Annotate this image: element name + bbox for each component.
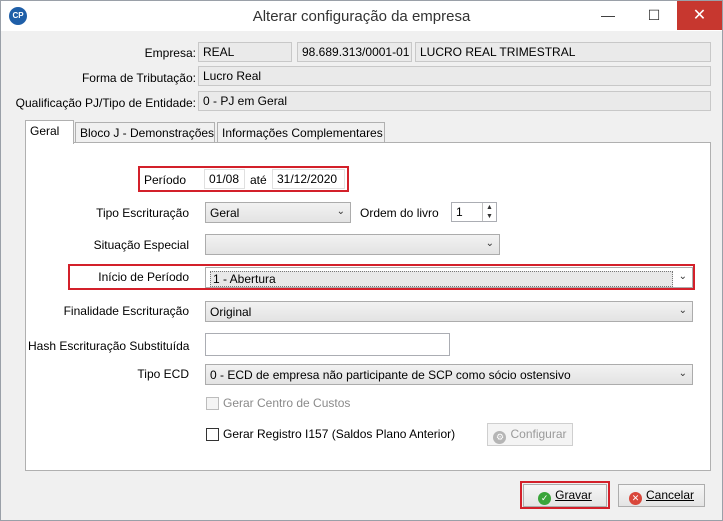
finalidade-value: Original xyxy=(210,305,252,319)
situacao-especial-select[interactable]: ⌄ xyxy=(205,234,500,255)
tipo-escrituracao-label: Tipo Escrituração xyxy=(96,206,189,220)
configurar-button[interactable]: ⚙ Configurar xyxy=(487,423,573,446)
tab-bloco-j[interactable]: Bloco J - Demonstrações xyxy=(75,122,215,143)
check-icon: ✓ xyxy=(538,492,552,505)
configurar-label: Configurar xyxy=(510,427,567,441)
cancelar-label: Cancelar xyxy=(645,488,695,502)
stepper-buttons[interactable]: ▲ ▼ xyxy=(482,203,496,221)
tipo-ecd-label: Tipo ECD xyxy=(137,367,189,381)
periodo-end-field[interactable]: 31/12/2020 xyxy=(272,169,345,189)
title-bar: CP Alterar configuração da empresa — ☐ ✕ xyxy=(1,1,722,31)
tipo-ecd-select[interactable]: 0 - ECD de empresa não participante de S… xyxy=(205,364,693,385)
inicio-periodo-value: 1 - Abertura xyxy=(210,271,673,287)
cancelar-button[interactable]: ✕ Cancelar xyxy=(618,484,705,507)
finalidade-select[interactable]: Original ⌄ xyxy=(205,301,693,322)
cancel-icon: ✕ xyxy=(628,492,642,505)
qualificacao-label: Qualificação PJ/Tipo de Entidade: xyxy=(15,96,196,110)
chevron-down-icon: ⌄ xyxy=(678,271,687,282)
ordem-livro-label: Ordem do livro xyxy=(360,206,439,220)
inicio-periodo-select[interactable]: 1 - Abertura ⌄ xyxy=(205,267,693,288)
situacao-especial-label: Situação Especial xyxy=(93,238,189,252)
tributacao-field: Lucro Real xyxy=(198,66,711,86)
tab-geral[interactable]: Geral xyxy=(25,120,74,144)
tipo-ecd-value: 0 - ECD de empresa não participante de S… xyxy=(210,368,571,382)
qualificacao-field: 0 - PJ em Geral xyxy=(198,91,711,111)
chevron-down-icon: ⌄ xyxy=(678,305,687,316)
tipo-escrituracao-value: Geral xyxy=(210,206,240,220)
gravar-button[interactable]: ✓ Gravar xyxy=(523,484,607,507)
ate-label: até xyxy=(250,173,267,187)
gravar-label: Gravar xyxy=(555,488,592,502)
periodo-label: Período xyxy=(144,173,187,187)
tab-informacoes-complementares[interactable]: Informações Complementares xyxy=(217,122,385,143)
hash-label: Hash Escrituração Substituída xyxy=(28,339,190,353)
ordem-livro-value: 1 xyxy=(456,205,463,219)
gerar-centro-label: Gerar Centro de Custos xyxy=(223,396,351,410)
empresa-label: Empresa: xyxy=(144,46,196,60)
finalidade-label: Finalidade Escrituração xyxy=(63,304,189,318)
gerar-registro-checkbox[interactable] xyxy=(206,428,219,441)
inicio-periodo-label: Início de Período xyxy=(98,270,189,284)
chevron-down-icon: ⌄ xyxy=(336,206,345,217)
maximize-button[interactable]: ☐ xyxy=(631,1,677,30)
stepper-up-icon[interactable]: ▲ xyxy=(483,203,496,212)
gerar-registro-label: Gerar Registro I157 (Saldos Plano Anteri… xyxy=(223,427,456,441)
hash-input[interactable] xyxy=(205,333,450,356)
close-button[interactable]: ✕ xyxy=(677,1,722,30)
ordem-livro-stepper[interactable]: 1 ▲ ▼ xyxy=(451,202,497,222)
minimize-button[interactable]: — xyxy=(585,1,631,30)
regime-field: LUCRO REAL TRIMESTRAL xyxy=(415,42,711,62)
cnpj-field: 98.689.313/0001-01 xyxy=(297,42,412,62)
gear-icon: ⚙ xyxy=(493,431,507,444)
tipo-escrituracao-select[interactable]: Geral ⌄ xyxy=(205,202,351,223)
periodo-start-field[interactable]: 01/08 xyxy=(204,169,245,189)
chevron-down-icon: ⌄ xyxy=(485,238,494,249)
empresa-name-field: REAL xyxy=(198,42,292,62)
stepper-down-icon[interactable]: ▼ xyxy=(483,212,496,221)
gerar-centro-checkbox[interactable] xyxy=(206,397,219,410)
geral-panel: Período 01/08 até 31/12/2020 Tipo Escrit… xyxy=(25,142,711,471)
chevron-down-icon: ⌄ xyxy=(678,368,687,379)
tributacao-label: Forma de Tributação: xyxy=(81,71,196,85)
dialog-window: CP Alterar configuração da empresa — ☐ ✕… xyxy=(0,0,723,521)
